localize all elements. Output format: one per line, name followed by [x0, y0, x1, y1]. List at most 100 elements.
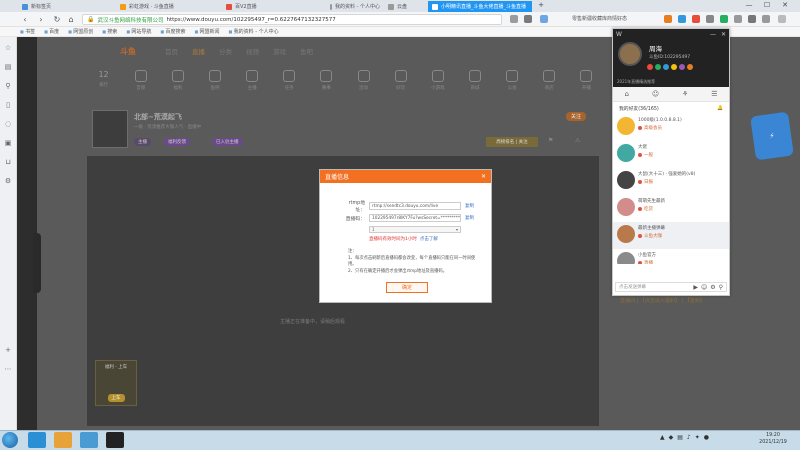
- chat-message[interactable]: 大佬 一般: [613, 141, 729, 168]
- search-icon[interactable]: ⚲: [719, 284, 723, 291]
- bookmark-item[interactable]: 网盟原创: [68, 28, 93, 35]
- start-button[interactable]: [2, 432, 18, 448]
- toolbar-icon[interactable]: [678, 15, 686, 23]
- browser-tab[interactable]: 云盘: [384, 1, 424, 12]
- browser-tab[interactable]: 彩虹游戏 · 斗鱼直播: [116, 1, 212, 12]
- tab-friends[interactable]: ☺: [652, 90, 659, 98]
- tray-icon[interactable]: ▲: [660, 434, 665, 441]
- follow-button[interactable]: 关注: [566, 112, 587, 121]
- tab-home[interactable]: ⌂: [624, 90, 628, 98]
- clock[interactable]: 19:20 2021/12/19: [748, 432, 798, 446]
- video-icon[interactable]: ▶: [693, 284, 698, 291]
- settings-icon[interactable]: ⚙: [710, 284, 715, 291]
- toolbar-icon[interactable]: [762, 15, 770, 23]
- close-window-button[interactable]: ✕: [778, 1, 792, 9]
- category-item[interactable]: 商店: [536, 70, 563, 98]
- category-item[interactable]: 开播: [573, 70, 600, 98]
- add-icon[interactable]: +: [5, 346, 11, 354]
- rank-badge[interactable]: 周榜排名 | 关注: [486, 137, 538, 147]
- user-avatar[interactable]: [617, 117, 635, 135]
- category-item[interactable]: 主播: [239, 70, 266, 98]
- tray-icon[interactable]: ●: [704, 434, 709, 441]
- gift-widget-button[interactable]: 上车: [107, 394, 125, 402]
- minimize-icon[interactable]: —: [710, 31, 716, 38]
- menu-icon[interactable]: [778, 15, 786, 23]
- room-tag[interactable]: 已入驻主播: [212, 138, 243, 146]
- new-tab-button[interactable]: +: [534, 1, 548, 9]
- copy-code-button[interactable]: 复制: [465, 215, 474, 221]
- chat-message[interactable]: 萌萌先生最新 吃货: [613, 195, 729, 222]
- category-item[interactable]: 好玩: [387, 70, 414, 98]
- maximize-button[interactable]: ☐: [760, 1, 774, 9]
- emoji-icon[interactable]: ☺: [701, 284, 707, 291]
- category-item[interactable]: 鱼吧: [201, 70, 228, 98]
- stream-code-field[interactable]: 102295497r8lKY7Fu?wsSecret=*************: [369, 214, 461, 222]
- user-avatar[interactable]: [617, 171, 635, 189]
- volume-icon[interactable]: ♪: [687, 434, 691, 441]
- home-icon[interactable]: ⌂: [66, 15, 76, 24]
- cart-icon[interactable]: ⊔: [5, 158, 10, 166]
- bookmark-item[interactable]: 百度: [44, 28, 59, 35]
- settings-icon[interactable]: ⚙: [5, 177, 11, 185]
- tab-more[interactable]: ☰: [711, 90, 717, 98]
- forward-icon[interactable]: ›: [36, 15, 46, 24]
- category-item[interactable]: 赛事: [313, 70, 340, 98]
- toolbar-icon[interactable]: [748, 15, 756, 23]
- reload-icon[interactable]: ↻: [52, 15, 62, 24]
- line-select[interactable]: 1 ▾: [369, 226, 461, 233]
- category-item[interactable]: 12 排行: [90, 70, 117, 98]
- rtmp-field[interactable]: rtmp://sendtc3.douyu.com/live: [369, 202, 461, 210]
- bell-icon[interactable]: 🔔: [717, 106, 723, 111]
- room-links[interactable]: 直播间 | 【点击进入福利】 | 【签到】: [620, 297, 705, 304]
- room-tag[interactable]: 主播: [134, 138, 151, 146]
- tray-icon[interactable]: ◆: [669, 434, 674, 441]
- browser-tab[interactable]: 新标签页: [18, 1, 98, 12]
- taskbar-app-icon[interactable]: [80, 432, 98, 448]
- chat-icon[interactable]: ◌: [5, 120, 11, 128]
- search-icon[interactable]: ⚲: [5, 82, 10, 90]
- category-item[interactable]: 任务: [276, 70, 303, 98]
- anchor-avatar[interactable]: [618, 42, 642, 66]
- chat-message[interactable]: 小鱼官方 直播: [613, 249, 729, 264]
- user-avatar[interactable]: [617, 252, 635, 264]
- chat-message[interactable]: 大鼠(大十三) · 强爱她的(v8) 日报: [613, 168, 729, 195]
- bookmark-item[interactable]: 网站导航: [126, 28, 151, 35]
- taskbar-app-icon[interactable]: [54, 432, 72, 448]
- nav-item[interactable]: 鱼吧: [300, 46, 313, 56]
- bookmark-item[interactable]: 网盟新闻: [194, 28, 220, 35]
- bookmark-item[interactable]: 搜索: [102, 28, 117, 35]
- category-item[interactable]: 小游戏: [424, 70, 451, 98]
- chat-message[interactable]: 最新主播弹幕 斗鱼大咖: [613, 222, 729, 249]
- bookmark-item[interactable]: 百度搜索: [160, 28, 185, 35]
- category-item[interactable]: 音频: [127, 70, 154, 98]
- user-avatar[interactable]: [617, 198, 635, 216]
- anchor-avatar[interactable]: [92, 110, 128, 148]
- minimize-button[interactable]: —: [742, 1, 756, 9]
- browser-tab[interactable]: 我的资料 - 个人中心: [326, 1, 384, 12]
- chat-message[interactable]: 1000级(1.0.0.8.8.1) 高级会员: [613, 114, 729, 141]
- nav-item[interactable]: 直播: [192, 46, 205, 56]
- toolbar-icon[interactable]: [720, 15, 728, 23]
- toolbar-icon[interactable]: [706, 15, 714, 23]
- bookmark-item[interactable]: 书签: [20, 28, 35, 35]
- browser-tab[interactable]: 百V2直播: [222, 1, 318, 12]
- nav-item[interactable]: 游戏: [273, 46, 286, 56]
- category-item[interactable]: 商城: [461, 70, 488, 98]
- friends-count-bar[interactable]: 我的好友(36/165) 🔔: [613, 102, 729, 114]
- star-icon[interactable]: ☆: [5, 44, 11, 52]
- taskbar-app-icon[interactable]: [28, 432, 46, 448]
- back-icon[interactable]: ‹: [20, 15, 30, 24]
- category-item[interactable]: 福利: [164, 70, 191, 98]
- confirm-button[interactable]: 确定: [386, 282, 428, 293]
- browser-tab-active[interactable]: 小明精讯直播_斗鱼大佬直播_斗鱼直播: [428, 1, 532, 12]
- chat-input[interactable]: 点击发送弹幕 ▶ ☺ ⚙ ⚲: [615, 282, 727, 292]
- learn-more-link[interactable]: 点击了解: [420, 237, 438, 242]
- copy-rtmp-button[interactable]: 复制: [465, 203, 474, 209]
- user-avatar[interactable]: [617, 225, 635, 243]
- extension-icon[interactable]: [510, 15, 518, 23]
- book-icon[interactable]: ▤: [5, 63, 12, 71]
- nav-item[interactable]: 视频: [246, 46, 259, 56]
- taskbar-app-icon[interactable]: [106, 432, 124, 448]
- toolbar-icon[interactable]: [664, 15, 672, 23]
- toolbar-icon[interactable]: [734, 15, 742, 23]
